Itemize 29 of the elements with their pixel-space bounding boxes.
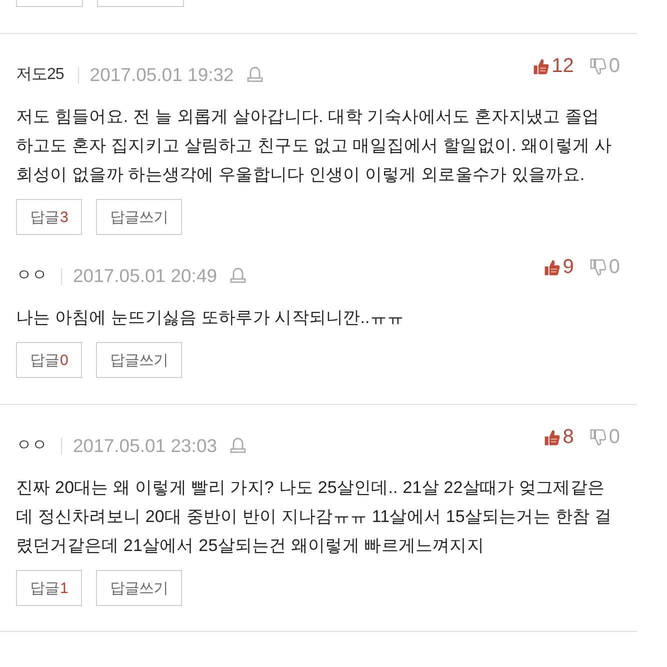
write-reply-button[interactable]: 답글쓰기 xyxy=(96,342,182,378)
thumbs-up-icon xyxy=(532,58,549,74)
siren-icon[interactable] xyxy=(230,436,246,452)
comment-date: 2017.05.01 19:32 xyxy=(90,63,234,87)
thumbs-down-icon xyxy=(590,258,606,276)
reply-count-button[interactable]: 답글0 xyxy=(16,342,82,378)
thumbs-down-icon xyxy=(590,58,606,74)
thumbs-down-icon xyxy=(590,428,606,446)
write-reply-button[interactable]: 답글쓰기 xyxy=(96,199,182,235)
comment-date: 2017.05.01 20:49 xyxy=(73,264,218,288)
author-name: ㅇㅇ xyxy=(16,436,47,456)
reply-count-button[interactable] xyxy=(16,0,83,7)
like-button[interactable]: 12 xyxy=(532,54,574,78)
author-name: 저도25 xyxy=(16,65,64,85)
write-reply-button[interactable]: 답글쓰기 xyxy=(96,570,182,606)
comment-text: 저도 힘들어요. 전 늘 외롭게 살아갑니다. 대학 기숙사에서도 혼자지냈고 졸업하고도 혼자 집지키고 살림하고 친구도 없고 매일집에서 할일없이. 왜이렇게 사회성이 없을까 하는생각에 우울합니다 인생이 이렇게 외로울수가 있을까요. xyxy=(16,106,612,186)
author-name: ㅇㅇ xyxy=(16,266,47,286)
thumbs-up-icon xyxy=(544,428,560,446)
comment-date: 2017.05.01 23:03 xyxy=(73,434,218,458)
thumbs-up-icon xyxy=(544,258,560,276)
comment-text: 진짜 20대는 왜 이렇게 빨리 가지? 나도 25살인데.. 21살 22살때가 엊그제같은데 정신차려보니 20대 중반이 반이 지나감ㅠㅠ 11살에서 15살되는거는 한참 걸렸던거같은데 21살에서 25살되는건 왜이렇게 빠르게느껴지지 xyxy=(16,477,612,557)
reply-count-button[interactable]: 답글3 xyxy=(16,199,82,235)
comment-text: 나는 아침에 눈뜨기싫음 또하루가 시작되니깐..ㅠㅠ xyxy=(16,307,406,329)
siren-icon[interactable] xyxy=(246,64,263,82)
siren-icon[interactable] xyxy=(230,266,246,282)
write-reply-button[interactable] xyxy=(97,0,184,7)
reply-count-button[interactable]: 답글1 xyxy=(16,570,82,606)
like-button[interactable]: 9 xyxy=(544,255,574,279)
like-button[interactable]: 8 xyxy=(544,425,574,449)
